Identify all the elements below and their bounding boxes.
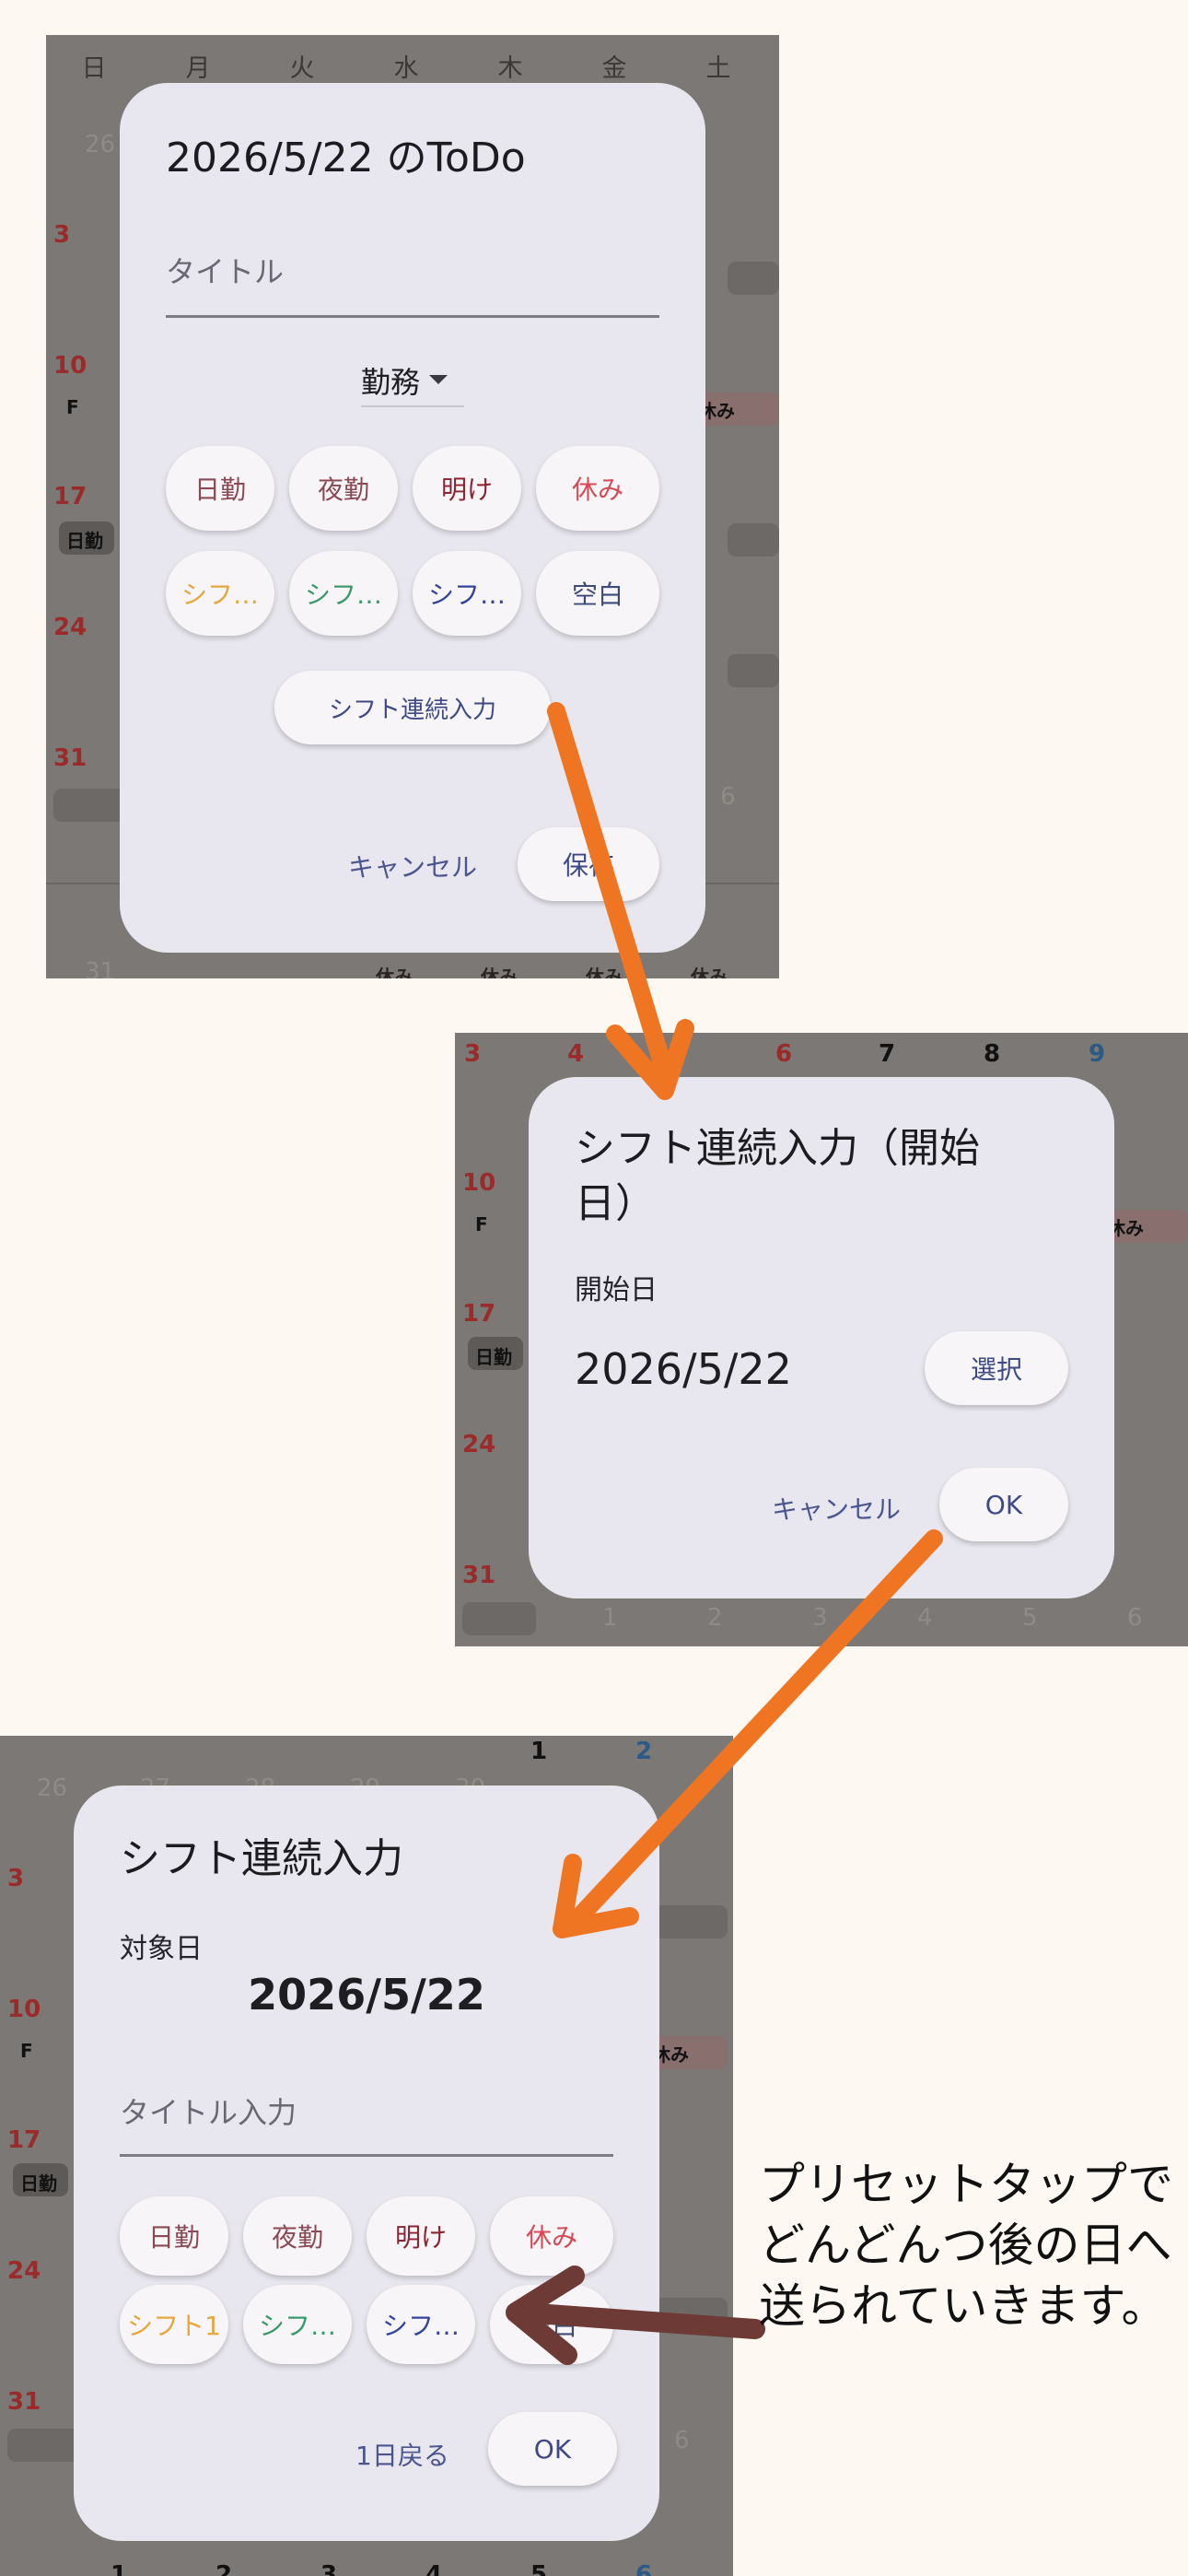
arrow-to-bulk-input-icon	[553, 1529, 943, 1938]
caption-line-3: 送られていきます。	[759, 2279, 1168, 2333]
caption-line-1: プリセットタップで	[759, 2158, 1173, 2211]
arrow-to-start-date-icon	[547, 702, 694, 1100]
caption-line-2: どんどんつ後の日へ	[759, 2219, 1172, 2272]
arrow-to-presets-icon	[506, 2266, 765, 2365]
